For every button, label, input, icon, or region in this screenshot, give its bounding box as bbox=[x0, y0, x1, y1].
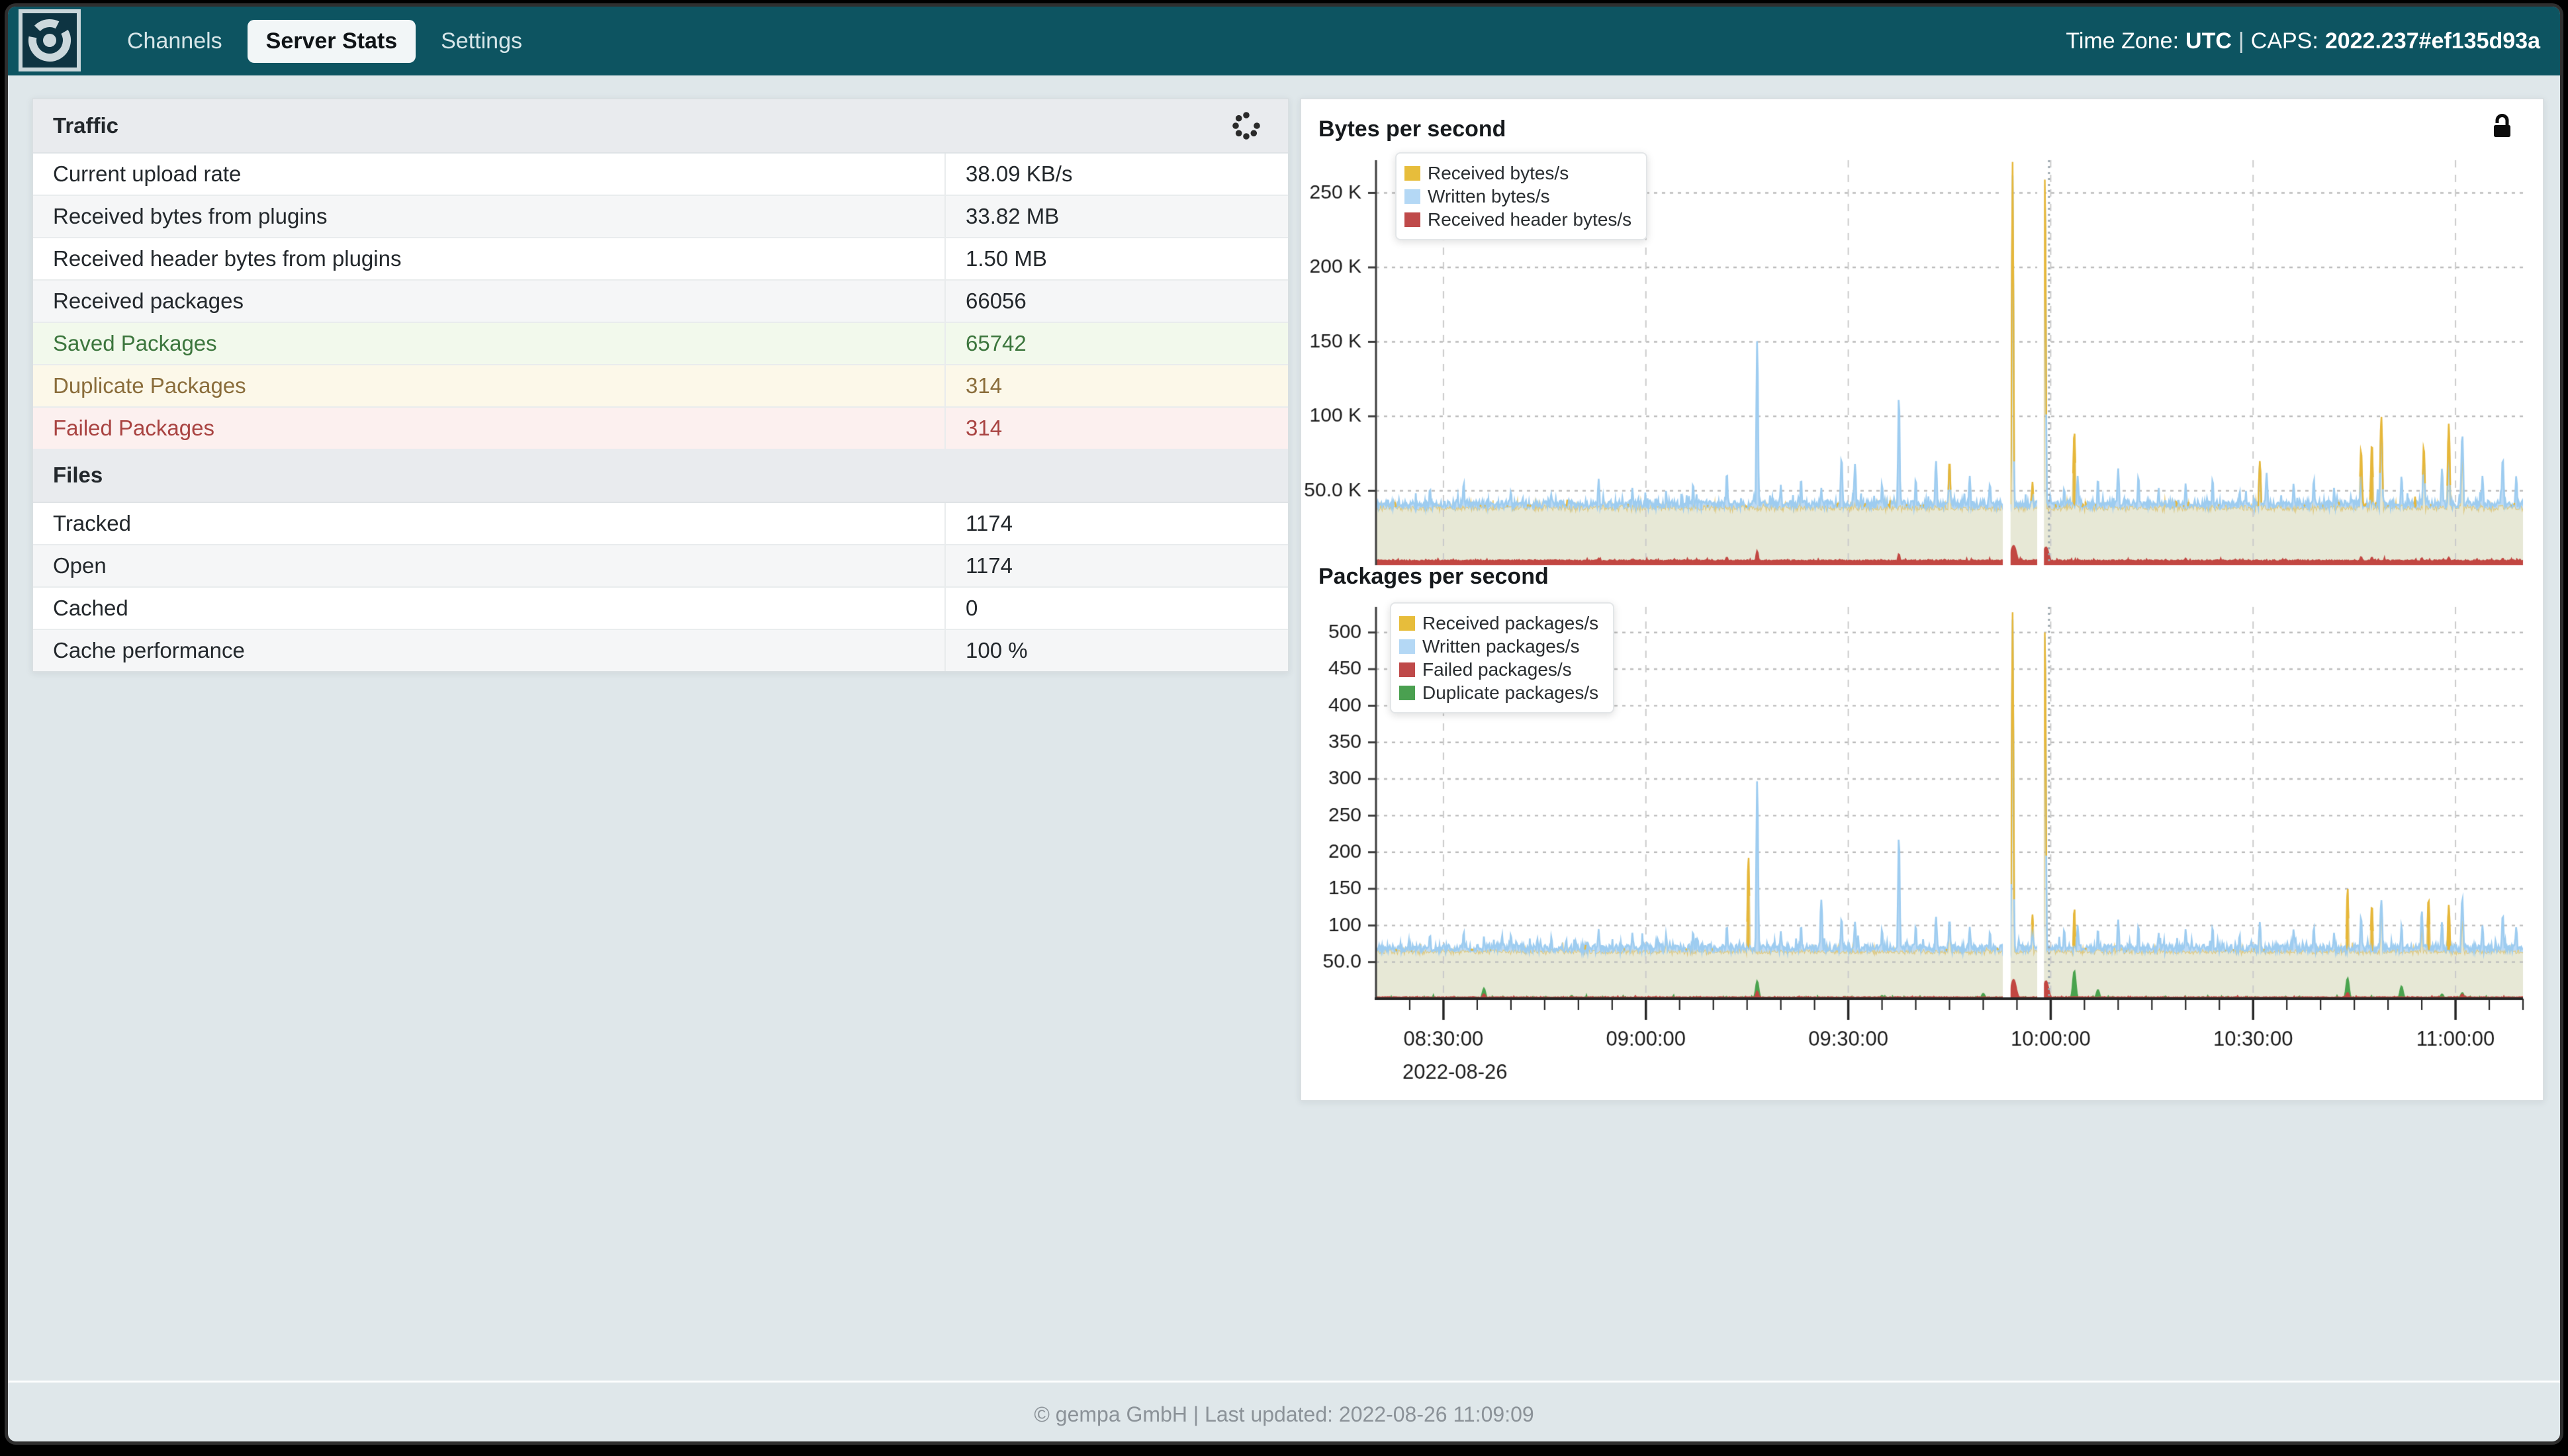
table-row: Duplicate Packages314 bbox=[33, 364, 1288, 406]
legend-item: Received packages/s bbox=[1399, 612, 1598, 635]
row-label: Received bytes from plugins bbox=[33, 196, 944, 237]
row-value: 1.50 MB bbox=[944, 238, 1288, 279]
row-label: Cached bbox=[33, 588, 944, 629]
chart1-legend: Received bytes/sWritten bytes/sReceived … bbox=[1395, 152, 1647, 240]
legend-item: Written bytes/s bbox=[1404, 185, 1631, 208]
tab-channels[interactable]: Channels bbox=[109, 20, 241, 63]
legend-item: Received header bytes/s bbox=[1404, 208, 1631, 231]
top-nav: ChannelsServer StatsSettings Time Zone: … bbox=[8, 7, 2560, 75]
traffic-table: Current upload rate38.09 KB/sReceived by… bbox=[33, 154, 1288, 449]
table-row: Saved Packages65742 bbox=[33, 322, 1288, 364]
row-label: Saved Packages bbox=[33, 323, 944, 364]
row-label: Duplicate Packages bbox=[33, 365, 944, 406]
legend-swatch bbox=[1399, 639, 1415, 654]
row-value: 65742 bbox=[944, 323, 1288, 364]
legend-swatch bbox=[1404, 189, 1420, 204]
traffic-section-header: Traffic bbox=[33, 99, 1288, 154]
legend-item: Duplicate packages/s bbox=[1399, 681, 1598, 704]
row-value: 38.09 KB/s bbox=[944, 154, 1288, 195]
footer-text: © gempa GmbH | Last updated: 2022-08-26 … bbox=[8, 1394, 2560, 1435]
timezone-label: Time Zone: bbox=[2066, 28, 2179, 54]
legend-label: Received bytes/s bbox=[1428, 163, 1569, 184]
legend-swatch bbox=[1404, 166, 1420, 181]
row-label: Cache performance bbox=[33, 630, 944, 671]
row-value: 66056 bbox=[944, 281, 1288, 322]
legend-swatch bbox=[1399, 616, 1415, 631]
row-label: Received header bytes from plugins bbox=[33, 238, 944, 279]
row-label: Tracked bbox=[33, 503, 944, 544]
row-value: 1174 bbox=[944, 545, 1288, 586]
row-value: 0 bbox=[944, 588, 1288, 629]
files-title: Files bbox=[53, 463, 103, 487]
legend-swatch bbox=[1399, 686, 1415, 700]
row-value: 314 bbox=[944, 365, 1288, 406]
legend-label: Duplicate packages/s bbox=[1422, 682, 1598, 704]
table-row: Received packages66056 bbox=[33, 279, 1288, 322]
row-value: 100 % bbox=[944, 630, 1288, 671]
row-label: Received packages bbox=[33, 281, 944, 322]
table-row: Failed Packages314 bbox=[33, 406, 1288, 449]
row-value: 33.82 MB bbox=[944, 196, 1288, 237]
loading-spinner-icon bbox=[1231, 111, 1261, 141]
charts-card: Bytes per second Received bytes/sWritten… bbox=[1300, 98, 2544, 1101]
row-label: Open bbox=[33, 545, 944, 586]
lock-open-icon[interactable] bbox=[2491, 113, 2514, 140]
table-row: Received bytes from plugins33.82 MB bbox=[33, 195, 1288, 237]
legend-label: Written bytes/s bbox=[1428, 186, 1550, 207]
chart1-title: Bytes per second bbox=[1318, 116, 1506, 142]
legend-item: Failed packages/s bbox=[1399, 658, 1598, 681]
table-row: Current upload rate38.09 KB/s bbox=[33, 154, 1288, 195]
row-label: Current upload rate bbox=[33, 154, 944, 195]
files-table: Tracked1174Open1174Cached0Cache performa… bbox=[33, 503, 1288, 671]
footer-divider bbox=[8, 1381, 2560, 1383]
legend-swatch bbox=[1399, 662, 1415, 677]
legend-swatch bbox=[1404, 212, 1420, 227]
table-row: Cache performance100 % bbox=[33, 629, 1288, 671]
chart2-legend: Received packages/sWritten packages/sFai… bbox=[1390, 602, 1614, 713]
caps-logo-glyph bbox=[23, 13, 77, 68]
tab-server-stats[interactable]: Server Stats bbox=[248, 20, 416, 63]
legend-item: Written packages/s bbox=[1399, 635, 1598, 658]
server-stats-card: Traffic Current upload rate38.09 KB/sRec… bbox=[32, 98, 1289, 672]
app-window: ChannelsServer StatsSettings Time Zone: … bbox=[8, 7, 2560, 1441]
nav-tabs: ChannelsServer StatsSettings bbox=[109, 7, 541, 75]
timezone-value: UTC bbox=[2185, 28, 2232, 54]
chart2-title: Packages per second bbox=[1318, 564, 1549, 590]
row-label: Failed Packages bbox=[33, 408, 944, 449]
table-row: Received header bytes from plugins1.50 M… bbox=[33, 237, 1288, 279]
traffic-title: Traffic bbox=[53, 113, 118, 138]
legend-label: Failed packages/s bbox=[1422, 659, 1572, 680]
caps-label: CAPS: bbox=[2251, 28, 2318, 54]
table-row: Tracked1174 bbox=[33, 503, 1288, 544]
row-value: 314 bbox=[944, 408, 1288, 449]
row-value: 1174 bbox=[944, 503, 1288, 544]
legend-item: Received bytes/s bbox=[1404, 161, 1631, 185]
caps-logo-icon[interactable] bbox=[19, 9, 81, 71]
table-row: Open1174 bbox=[33, 544, 1288, 586]
caps-version: 2022.237#ef135d93a bbox=[2325, 28, 2540, 54]
files-section-header: Files bbox=[33, 449, 1288, 503]
nav-status: Time Zone: UTC | CAPS: 2022.237#ef135d93… bbox=[2059, 7, 2540, 75]
legend-label: Received header bytes/s bbox=[1428, 209, 1631, 230]
nav-separator: | bbox=[2238, 28, 2244, 54]
table-row: Cached0 bbox=[33, 586, 1288, 629]
tab-settings[interactable]: Settings bbox=[422, 20, 541, 63]
legend-label: Written packages/s bbox=[1422, 636, 1580, 657]
legend-label: Received packages/s bbox=[1422, 613, 1598, 634]
